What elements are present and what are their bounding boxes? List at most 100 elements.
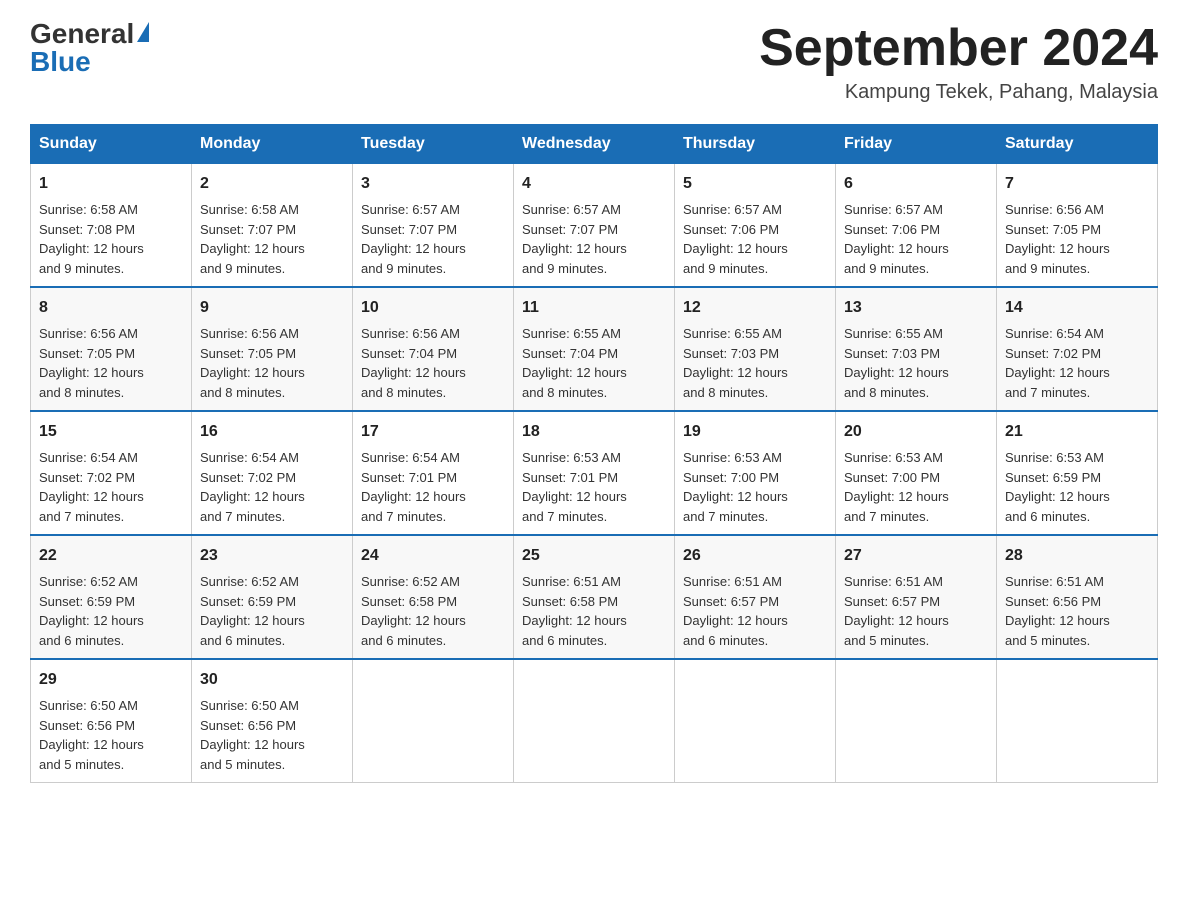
day-number: 9	[200, 296, 344, 320]
day-number: 14	[1005, 296, 1149, 320]
day-info: Sunrise: 6:55 AMSunset: 7:03 PMDaylight:…	[683, 324, 827, 402]
day-number: 20	[844, 420, 988, 444]
calendar-cell: 26Sunrise: 6:51 AMSunset: 6:57 PMDayligh…	[675, 535, 836, 659]
calendar-weekday-saturday: Saturday	[997, 125, 1158, 164]
calendar-cell	[836, 659, 997, 783]
day-info: Sunrise: 6:51 AMSunset: 6:57 PMDaylight:…	[683, 572, 827, 650]
calendar-cell	[997, 659, 1158, 783]
day-info: Sunrise: 6:53 AMSunset: 7:01 PMDaylight:…	[522, 448, 666, 526]
day-info: Sunrise: 6:53 AMSunset: 7:00 PMDaylight:…	[844, 448, 988, 526]
day-info: Sunrise: 6:56 AMSunset: 7:04 PMDaylight:…	[361, 324, 505, 402]
calendar-cell: 20 Sunrise: 6:53 AMSunset: 7:00 PMDayligh…	[836, 411, 997, 535]
day-number: 28	[1005, 544, 1149, 568]
day-number: 29	[39, 668, 183, 692]
day-info: Sunrise: 6:54 AMSunset: 7:02 PMDaylight:…	[1005, 324, 1149, 402]
calendar-table: SundayMondayTuesdayWednesdayThursdayFrid…	[30, 124, 1158, 783]
calendar-cell: 14 Sunrise: 6:54 AMSunset: 7:02 PMDayligh…	[997, 287, 1158, 411]
day-number: 7	[1005, 172, 1149, 196]
month-title: September 2024	[759, 20, 1158, 77]
day-info: Sunrise: 6:52 AMSunset: 6:59 PMDaylight:…	[200, 572, 344, 650]
day-number: 11	[522, 296, 666, 320]
day-number: 25	[522, 544, 666, 568]
calendar-week-row-3: 15 Sunrise: 6:54 AMSunset: 7:02 PMDayligh…	[31, 411, 1158, 535]
day-info: Sunrise: 6:52 AMSunset: 6:58 PMDaylight:…	[361, 572, 505, 650]
day-info: Sunrise: 6:50 AMSunset: 6:56 PMDaylight:…	[200, 696, 344, 774]
day-number: 10	[361, 296, 505, 320]
day-number: 2	[200, 172, 344, 196]
calendar-weekday-friday: Friday	[836, 125, 997, 164]
day-number: 1	[39, 172, 183, 196]
day-info: Sunrise: 6:57 AMSunset: 7:06 PMDaylight:…	[844, 200, 988, 278]
calendar-cell	[353, 659, 514, 783]
day-number: 24	[361, 544, 505, 568]
calendar-cell: 17Sunrise: 6:54 AMSunset: 7:01 PMDayligh…	[353, 411, 514, 535]
day-number: 12	[683, 296, 827, 320]
calendar-cell: 2 Sunrise: 6:58 AMSunset: 7:07 PMDaylight…	[192, 164, 353, 288]
day-number: 27	[844, 544, 988, 568]
day-number: 4	[522, 172, 666, 196]
calendar-cell: 7Sunrise: 6:56 AMSunset: 7:05 PMDaylight…	[997, 164, 1158, 288]
calendar-cell: 21 Sunrise: 6:53 AMSunset: 6:59 PMDayligh…	[997, 411, 1158, 535]
calendar-cell: 27 Sunrise: 6:51 AMSunset: 6:57 PMDayligh…	[836, 535, 997, 659]
day-info: Sunrise: 6:58 AMSunset: 7:07 PMDaylight:…	[200, 200, 344, 278]
day-info: Sunrise: 6:57 AMSunset: 7:07 PMDaylight:…	[522, 200, 666, 278]
calendar-week-row-5: 29 Sunrise: 6:50 AMSunset: 6:56 PMDayligh…	[31, 659, 1158, 783]
day-info: Sunrise: 6:56 AMSunset: 7:05 PMDaylight:…	[39, 324, 183, 402]
day-info: Sunrise: 6:51 AMSunset: 6:58 PMDaylight:…	[522, 572, 666, 650]
day-info: Sunrise: 6:56 AMSunset: 7:05 PMDaylight:…	[200, 324, 344, 402]
calendar-cell: 18 Sunrise: 6:53 AMSunset: 7:01 PMDayligh…	[514, 411, 675, 535]
day-info: Sunrise: 6:53 AMSunset: 6:59 PMDaylight:…	[1005, 448, 1149, 526]
calendar-cell: 28 Sunrise: 6:51 AMSunset: 6:56 PMDayligh…	[997, 535, 1158, 659]
logo-general-text: General	[30, 20, 134, 48]
day-info: Sunrise: 6:54 AMSunset: 7:01 PMDaylight:…	[361, 448, 505, 526]
day-info: Sunrise: 6:53 AMSunset: 7:00 PMDaylight:…	[683, 448, 827, 526]
location-text: Kampung Tekek, Pahang, Malaysia	[759, 81, 1158, 104]
logo-triangle-icon	[137, 22, 149, 42]
day-info: Sunrise: 6:51 AMSunset: 6:57 PMDaylight:…	[844, 572, 988, 650]
day-number: 16	[200, 420, 344, 444]
calendar-week-row-2: 8Sunrise: 6:56 AMSunset: 7:05 PMDaylight…	[31, 287, 1158, 411]
calendar-cell: 11 Sunrise: 6:55 AMSunset: 7:04 PMDayligh…	[514, 287, 675, 411]
day-info: Sunrise: 6:50 AMSunset: 6:56 PMDaylight:…	[39, 696, 183, 774]
logo-blue-text: Blue	[30, 48, 91, 76]
day-number: 15	[39, 420, 183, 444]
calendar-header-row: SundayMondayTuesdayWednesdayThursdayFrid…	[31, 125, 1158, 164]
day-info: Sunrise: 6:51 AMSunset: 6:56 PMDaylight:…	[1005, 572, 1149, 650]
day-number: 18	[522, 420, 666, 444]
calendar-week-row-4: 22 Sunrise: 6:52 AMSunset: 6:59 PMDayligh…	[31, 535, 1158, 659]
calendar-cell: 15 Sunrise: 6:54 AMSunset: 7:02 PMDayligh…	[31, 411, 192, 535]
day-info: Sunrise: 6:57 AMSunset: 7:07 PMDaylight:…	[361, 200, 505, 278]
calendar-cell: 23 Sunrise: 6:52 AMSunset: 6:59 PMDayligh…	[192, 535, 353, 659]
calendar-weekday-tuesday: Tuesday	[353, 125, 514, 164]
calendar-cell: 4 Sunrise: 6:57 AMSunset: 7:07 PMDaylight…	[514, 164, 675, 288]
calendar-cell: 3Sunrise: 6:57 AMSunset: 7:07 PMDaylight…	[353, 164, 514, 288]
calendar-cell: 29 Sunrise: 6:50 AMSunset: 6:56 PMDayligh…	[31, 659, 192, 783]
day-info: Sunrise: 6:54 AMSunset: 7:02 PMDaylight:…	[39, 448, 183, 526]
calendar-cell	[514, 659, 675, 783]
calendar-cell: 25 Sunrise: 6:51 AMSunset: 6:58 PMDayligh…	[514, 535, 675, 659]
day-number: 22	[39, 544, 183, 568]
day-number: 21	[1005, 420, 1149, 444]
calendar-cell: 22 Sunrise: 6:52 AMSunset: 6:59 PMDayligh…	[31, 535, 192, 659]
calendar-weekday-wednesday: Wednesday	[514, 125, 675, 164]
day-info: Sunrise: 6:57 AMSunset: 7:06 PMDaylight:…	[683, 200, 827, 278]
day-number: 23	[200, 544, 344, 568]
day-info: Sunrise: 6:55 AMSunset: 7:03 PMDaylight:…	[844, 324, 988, 402]
day-number: 30	[200, 668, 344, 692]
title-section: September 2024 Kampung Tekek, Pahang, Ma…	[759, 20, 1158, 104]
calendar-cell: 16 Sunrise: 6:54 AMSunset: 7:02 PMDayligh…	[192, 411, 353, 535]
day-info: Sunrise: 6:52 AMSunset: 6:59 PMDaylight:…	[39, 572, 183, 650]
day-info: Sunrise: 6:54 AMSunset: 7:02 PMDaylight:…	[200, 448, 344, 526]
day-number: 13	[844, 296, 988, 320]
logo: General Blue	[30, 20, 149, 76]
day-number: 5	[683, 172, 827, 196]
calendar-cell: 6Sunrise: 6:57 AMSunset: 7:06 PMDaylight…	[836, 164, 997, 288]
calendar-cell: 5 Sunrise: 6:57 AMSunset: 7:06 PMDaylight…	[675, 164, 836, 288]
calendar-cell: 12 Sunrise: 6:55 AMSunset: 7:03 PMDayligh…	[675, 287, 836, 411]
day-number: 19	[683, 420, 827, 444]
calendar-cell: 30 Sunrise: 6:50 AMSunset: 6:56 PMDayligh…	[192, 659, 353, 783]
day-info: Sunrise: 6:55 AMSunset: 7:04 PMDaylight:…	[522, 324, 666, 402]
day-info: Sunrise: 6:58 AMSunset: 7:08 PMDaylight:…	[39, 200, 183, 278]
calendar-cell: 8Sunrise: 6:56 AMSunset: 7:05 PMDaylight…	[31, 287, 192, 411]
calendar-cell: 9 Sunrise: 6:56 AMSunset: 7:05 PMDaylight…	[192, 287, 353, 411]
